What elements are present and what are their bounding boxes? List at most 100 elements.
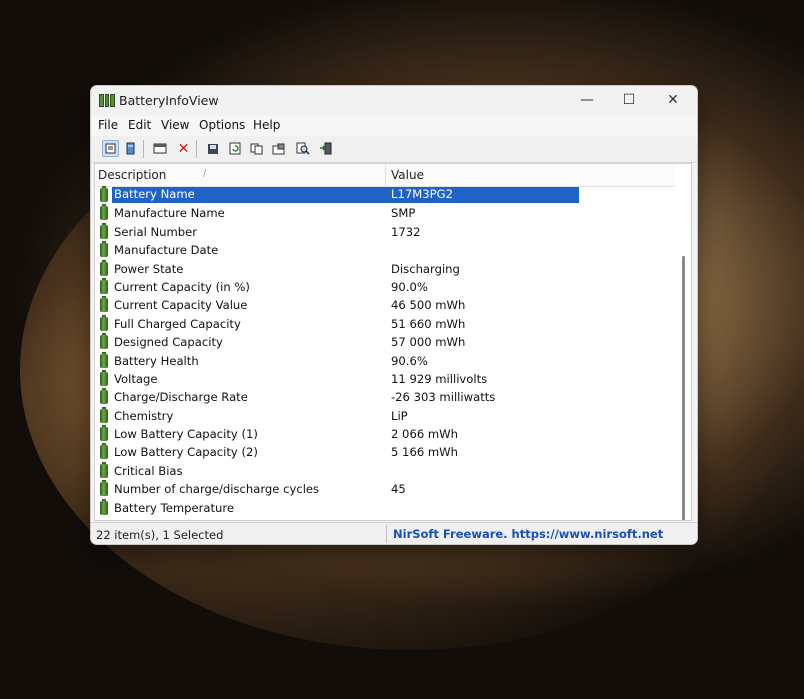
item-value: -26 303 milliwatts <box>391 390 496 405</box>
list-item[interactable]: Critical Bias <box>95 461 675 480</box>
maximize-button[interactable]: ☐ <box>609 89 649 111</box>
battery-icon <box>100 222 108 239</box>
battery-info-mode-icon[interactable] <box>102 140 119 157</box>
title-bar[interactable]: BatteryInfoView — ☐ ✕ <box>91 86 697 116</box>
item-description: Serial Number <box>114 224 198 239</box>
item-value: 90.6% <box>391 353 428 368</box>
item-description: Critical Bias <box>114 463 183 478</box>
item-value: 11 929 millivolts <box>391 371 488 386</box>
list-item[interactable]: Low Battery Capacity (1) 2 066 mWh <box>95 425 675 443</box>
item-description: Low Battery Capacity (2) <box>114 445 258 460</box>
toolbar-separator <box>143 140 144 158</box>
list-item[interactable]: Manufacture Date <box>95 241 675 259</box>
column-header-value[interactable]: Value <box>391 168 424 182</box>
list-item[interactable]: Chemistry LiP <box>95 406 675 425</box>
html-report-icon[interactable] <box>151 140 168 157</box>
item-description: Low Battery Capacity (1) <box>114 427 258 442</box>
app-window: BatteryInfoView — ☐ ✕ File Edit View Opt… <box>90 85 698 545</box>
item-description: Current Capacity Value <box>114 298 248 313</box>
list-item[interactable]: Charge/Discharge Rate -26 303 milliwatts <box>95 388 675 406</box>
battery-icon <box>100 186 108 202</box>
save-icon[interactable] <box>204 140 221 157</box>
list-item[interactable]: Manufacture Name SMP <box>95 204 675 222</box>
status-divider <box>386 525 387 543</box>
battery-icon <box>100 498 108 515</box>
column-header-description[interactable]: Description <box>98 168 166 182</box>
toolbar: ✕ <box>91 136 697 163</box>
list-item[interactable]: Number of charge/discharge cycles 45 <box>95 480 675 498</box>
list-item[interactable]: Designed Capacity 57 000 mWh <box>95 333 675 351</box>
list-item[interactable]: Current Capacity Value 46 500 mWh <box>95 296 675 314</box>
item-description: Designed Capacity <box>114 335 223 350</box>
item-description: Battery Temperature <box>114 500 235 515</box>
menu-bar: File Edit View Options Help <box>91 116 697 136</box>
status-item-count: 22 item(s), 1 Selected <box>96 528 224 542</box>
battery-icon <box>100 425 108 442</box>
refresh-icon[interactable] <box>226 140 243 157</box>
list-item[interactable]: Serial Number 1732 <box>95 222 675 241</box>
battery-log-mode-icon[interactable] <box>122 140 139 157</box>
battery-icon <box>100 259 108 276</box>
list-item[interactable]: Battery Health 90.6% <box>95 351 675 370</box>
list-item[interactable]: Voltage 11 929 millivolts <box>95 369 675 388</box>
item-value: SMP <box>391 206 416 221</box>
item-value: 90.0% <box>391 279 428 294</box>
item-value: 45 <box>391 482 406 497</box>
item-value: 46 500 mWh <box>391 298 466 313</box>
item-description: Number of charge/discharge cycles <box>114 482 320 497</box>
battery-icon <box>100 204 108 221</box>
app-icon <box>99 94 116 107</box>
copy-icon[interactable] <box>248 140 265 157</box>
list-item[interactable]: Power State Discharging <box>95 259 675 278</box>
menu-options[interactable]: Options <box>199 118 245 132</box>
battery-icon <box>100 277 108 294</box>
item-description: Voltage <box>114 371 158 386</box>
battery-icon <box>100 241 108 258</box>
item-description: Full Charged Capacity <box>114 316 241 331</box>
list-item[interactable]: Battery Temperature <box>95 498 675 517</box>
item-description: Chemistry <box>114 408 174 423</box>
battery-icon <box>100 333 108 350</box>
item-description: Battery Health <box>114 353 199 368</box>
item-description: Manufacture Date <box>114 243 219 258</box>
find-icon[interactable] <box>294 140 311 157</box>
list-item[interactable]: Current Capacity (in %) 90.0% <box>95 277 675 296</box>
item-value: 5 166 mWh <box>391 445 458 460</box>
battery-icon <box>100 406 108 423</box>
battery-icon <box>100 480 108 497</box>
battery-icon <box>100 296 108 313</box>
battery-icon <box>100 388 108 405</box>
vertical-scrollbar[interactable] <box>682 256 685 520</box>
delete-icon[interactable]: ✕ <box>175 140 192 157</box>
status-bar: 22 item(s), 1 Selected NirSoft Freeware.… <box>91 522 697 544</box>
list-rows: Battery Name L17M3PG2 Manufacture Name SMP S… <box>95 186 675 517</box>
toolbar-separator <box>196 140 197 158</box>
menu-view[interactable]: View <box>161 118 189 132</box>
battery-info-list[interactable]: Description / Value Battery Name L17M3PG2… <box>94 163 692 521</box>
item-description: Charge/Discharge Rate <box>114 390 248 405</box>
item-value: L17M3PG2 <box>387 187 579 203</box>
nirsoft-link[interactable]: NirSoft Freeware. https://www.nirsoft.ne… <box>393 527 663 541</box>
sort-indicator: / <box>203 168 207 179</box>
properties-icon[interactable] <box>270 140 287 157</box>
battery-icon <box>100 369 108 386</box>
window-title: BatteryInfoView <box>119 93 219 108</box>
item-description: Power State <box>114 261 184 276</box>
menu-help[interactable]: Help <box>253 118 280 132</box>
battery-icon <box>100 443 108 460</box>
item-value: 2 066 mWh <box>391 427 458 442</box>
item-description: Battery Name <box>112 187 390 203</box>
item-description: Current Capacity (in %) <box>114 279 250 294</box>
column-header-row: Description / Value <box>95 164 675 187</box>
list-item[interactable]: Full Charged Capacity 51 660 mWh <box>95 314 675 333</box>
column-divider[interactable] <box>385 164 386 186</box>
menu-edit[interactable]: Edit <box>128 118 151 132</box>
exit-icon[interactable] <box>317 140 334 157</box>
menu-file[interactable]: File <box>98 118 118 132</box>
minimize-button[interactable]: — <box>567 89 607 111</box>
list-item[interactable]: Battery Name L17M3PG2 <box>95 186 675 204</box>
list-item[interactable]: Low Battery Capacity (2) 5 166 mWh <box>95 443 675 461</box>
item-value: LiP <box>391 408 408 423</box>
item-value: Discharging <box>391 261 460 276</box>
close-button[interactable]: ✕ <box>653 89 693 111</box>
